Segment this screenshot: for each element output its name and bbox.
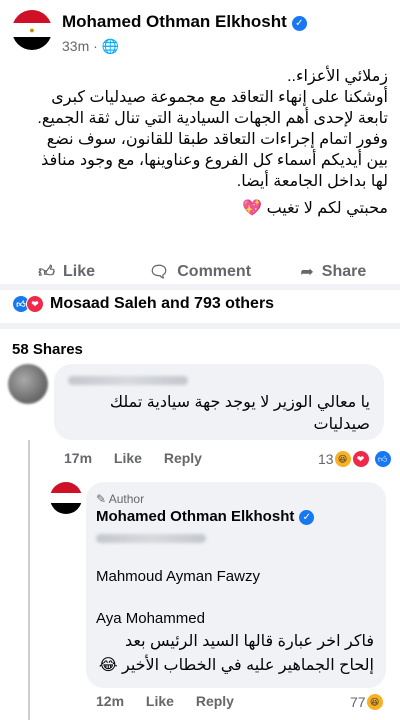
post-signoff: محبتي لكم لا تغيب 💖 [242, 200, 388, 217]
share-icon: ➦ [300, 264, 314, 281]
reply-meta: 12m Like Reply [96, 693, 252, 709]
post-text: زملائي الأعزاء.. أوشكنا على إنهاء التعاق… [12, 66, 388, 219]
love-reaction-icon: ❤︎ [26, 295, 44, 313]
post-line: بين أيديكم أسماء كل الفروع وعناوينها، مع… [41, 152, 388, 169]
comment-reply-link[interactable]: Reply [164, 450, 202, 466]
heart-icon: 💖 [242, 200, 263, 217]
comment-meta: 17m Like Reply [64, 450, 220, 466]
post-line: وفور اتمام إجراءات التعاقد طبقا للقانون،… [46, 131, 388, 148]
post-line: تابعة لإحدى أهم الجهات السيادية التي تنا… [37, 110, 388, 127]
reply-text: فاكر اخر عبارة قالها السيد الرئيس بعد إل… [98, 633, 374, 674]
reactions-summary[interactable]: 👍︎ ❤︎ Mosaad Saleh and 793 others [12, 295, 274, 313]
laughing-emoji-icon: 😂 [98, 657, 118, 674]
reply-author-avatar[interactable] [50, 482, 82, 514]
comment-time: 17m [64, 450, 93, 466]
shares-count[interactable]: 58 Shares [12, 341, 83, 358]
reply-bubble: ✎ Author Mohamed Othman Elkhosht ✓ Mahmou… [86, 482, 386, 688]
haha-reaction-icon: 😆︎ [365, 693, 384, 711]
post-time: 33m [62, 38, 90, 54]
reply-time: 12m [96, 693, 125, 709]
comment-icon: 🗨︎ [148, 264, 170, 281]
post-line: زملائي الأعزاء.. [287, 68, 388, 85]
reply-author-name[interactable]: Mohamed Othman Elkhosht ✓ [96, 508, 315, 525]
post-meta[interactable]: 33m · 🌐 [62, 38, 119, 55]
post-line: أوشكنا على إنهاء التعاقد مع مجموعة صيدلي… [51, 89, 388, 106]
section-divider [0, 284, 400, 290]
comment-like-link[interactable]: Like [114, 450, 142, 466]
blurred-commenter-name [68, 376, 188, 385]
comment-text: يا معالي الوزير لا يوجد جهة سيادية تملك … [109, 394, 370, 433]
post-author-name[interactable]: Mohamed Othman Elkhosht ✓ [62, 12, 307, 32]
section-divider [0, 323, 400, 329]
comment-reactions[interactable]: 13 😆︎ ❤︎ 👍︎ [318, 450, 392, 468]
meta-separator: · [93, 38, 98, 54]
verified-badge-icon: ✓ [291, 16, 307, 31]
comment-bubble: يا معالي الوزير لا يوجد جهة سيادية تملك … [54, 364, 384, 440]
mention-link[interactable]: Aya Mohammed [96, 610, 205, 627]
author-tag: ✎ Author [96, 492, 145, 506]
blurred-name [96, 534, 206, 543]
globe-icon: 🌐 [101, 38, 120, 54]
like-reaction-icon: 👍︎ [373, 450, 392, 468]
reply-like-link[interactable]: Like [146, 693, 174, 709]
thumbs-up-icon: 👍︎ [38, 263, 56, 281]
mention-link[interactable]: Mahmoud Ayman Fawzy [96, 568, 260, 585]
reactions-text: Mosaad Saleh and 793 others [50, 295, 275, 312]
verified-badge-icon: ✓ [299, 510, 315, 525]
love-reaction-icon: ❤︎ [351, 450, 370, 468]
haha-reaction-icon: 😆︎ [333, 450, 352, 468]
post-line: لها بداخل الجامعة أيضا. [236, 173, 388, 190]
reply-reply-link[interactable]: Reply [196, 693, 234, 709]
thread-connector [28, 440, 30, 720]
pen-icon: ✎ [96, 492, 107, 506]
author-avatar[interactable]: ● [12, 10, 52, 50]
commenter-avatar[interactable] [8, 364, 48, 404]
reply-reactions[interactable]: 77 😆︎ [350, 693, 384, 711]
